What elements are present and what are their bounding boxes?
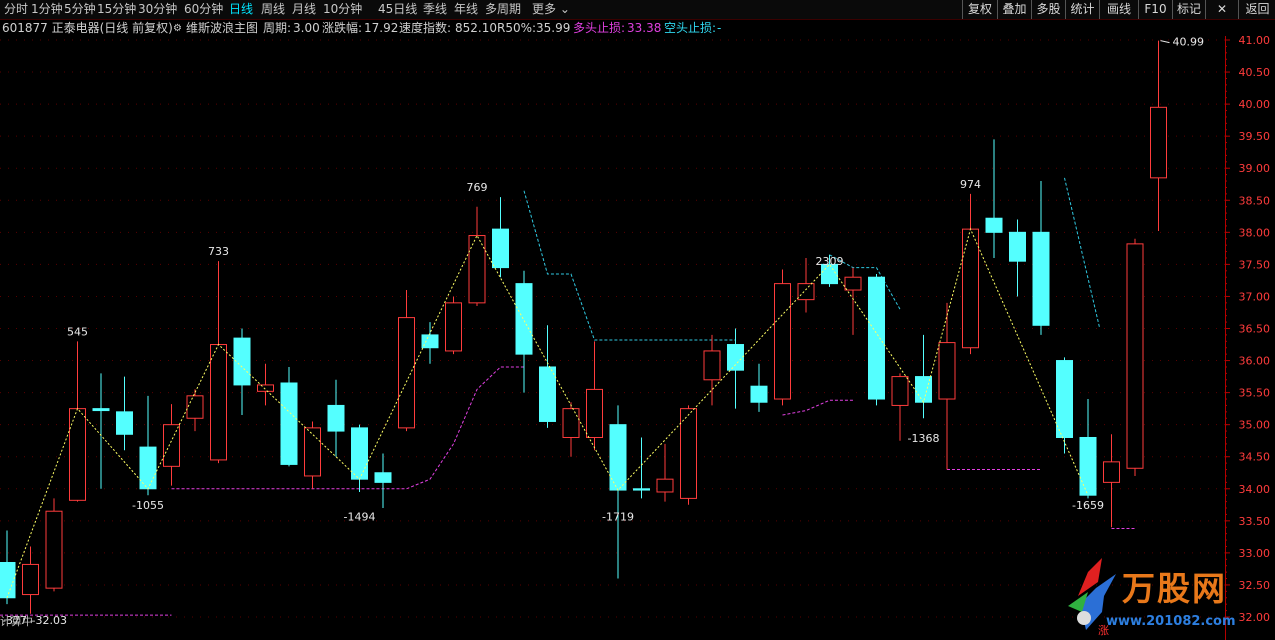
y-tick-label: 36.00 (1239, 355, 1271, 368)
y-tick-label: 35.50 (1239, 387, 1271, 400)
wave-label: 733 (208, 245, 229, 258)
candle-body (656, 478, 674, 493)
candle-body (586, 388, 603, 438)
candle-body (1032, 231, 1050, 326)
candle-body (45, 510, 63, 589)
candle-body (445, 302, 462, 352)
candle-body (210, 344, 227, 461)
wave-label: -1494 (344, 511, 376, 524)
y-tick-label: 36.50 (1239, 323, 1271, 336)
rise-marker: 涨 (1098, 624, 1109, 637)
wave-label: -1719 (602, 511, 634, 524)
candle-body (492, 228, 509, 269)
candle-body (1103, 461, 1120, 483)
candle-body (1009, 231, 1026, 262)
wave-label: -1055 (132, 499, 164, 512)
candle-body (774, 283, 791, 400)
candle-body (962, 228, 979, 349)
y-tick-label: 39.00 (1239, 162, 1271, 175)
candle-body (116, 411, 133, 435)
candle-body (844, 276, 862, 291)
candle-body (163, 424, 180, 467)
candle-body (0, 562, 16, 599)
y-tick-label: 40.50 (1239, 66, 1271, 79)
candle-body (421, 334, 439, 349)
wave-label: 2309 (816, 255, 844, 268)
candle-body (374, 472, 392, 483)
y-tick-label: 34.50 (1239, 451, 1271, 464)
wave-label: 545 (67, 325, 88, 338)
y-tick-label: 38.50 (1239, 194, 1271, 207)
candle-body (868, 276, 885, 400)
candle-body (1126, 243, 1144, 469)
watermark-url: www.201082.com (1106, 614, 1236, 629)
y-tick-label: 37.50 (1239, 258, 1271, 271)
candle-body (609, 424, 627, 491)
y-tick-label: 37.00 (1239, 290, 1271, 303)
bottom-price-label: –32.03 (30, 614, 67, 627)
candle-body (351, 427, 368, 480)
candle-body (280, 382, 298, 465)
long-stop-line (782, 399, 853, 416)
candle-body (186, 395, 204, 419)
wave-label: 769 (467, 181, 488, 194)
y-tick-label: 39.50 (1239, 130, 1271, 143)
y-tick-label: 41.00 (1239, 34, 1271, 47)
candle-body (680, 408, 697, 499)
candle-body (257, 384, 274, 392)
candle-body (515, 283, 533, 355)
candle-body (938, 342, 956, 400)
y-tick-label: 33.50 (1239, 515, 1271, 528)
candle-body (327, 404, 345, 432)
candle-body (727, 344, 744, 371)
y-tick-label: 35.00 (1239, 419, 1271, 432)
candle-body (92, 408, 110, 412)
candle-body (398, 317, 415, 429)
candlestick-chart[interactable]: 41.00 40.50 40.00 39.50 39.00 38.50 38.00 37.50… (0, 0, 1275, 640)
y-tick-label: 34.00 (1239, 483, 1271, 496)
wave-label: 40.99 (1173, 36, 1205, 49)
candle-body (468, 235, 486, 304)
watermark-title: 万股网 (1122, 569, 1227, 608)
candle-body (562, 408, 580, 438)
bottom-left-status: 计算中 (0, 615, 33, 628)
wave-label: 974 (960, 178, 981, 191)
y-tick-label: 38.00 (1239, 226, 1271, 239)
candle-body (1056, 360, 1073, 438)
candle-body (539, 366, 556, 422)
short-stop-line (523, 190, 736, 341)
candle-body (797, 283, 815, 301)
candle-body (891, 376, 909, 406)
short-stop-line (1064, 177, 1101, 329)
candle-body (1150, 106, 1167, 179)
y-tick-label: 40.00 (1239, 98, 1271, 111)
candle-body (22, 563, 39, 596)
high-pointer (1160, 40, 1170, 44)
candle-body (633, 488, 650, 491)
candle-body (985, 217, 1003, 233)
candle-body (703, 350, 721, 381)
wave-label: -1659 (1072, 499, 1104, 512)
candle-body (69, 408, 86, 501)
wave-label: -1368 (908, 432, 940, 445)
candle-body (750, 385, 768, 403)
candle-body (304, 427, 321, 477)
watermark-logo: 万股网 www.201082.com (1058, 552, 1270, 636)
candle-body (1079, 436, 1097, 496)
